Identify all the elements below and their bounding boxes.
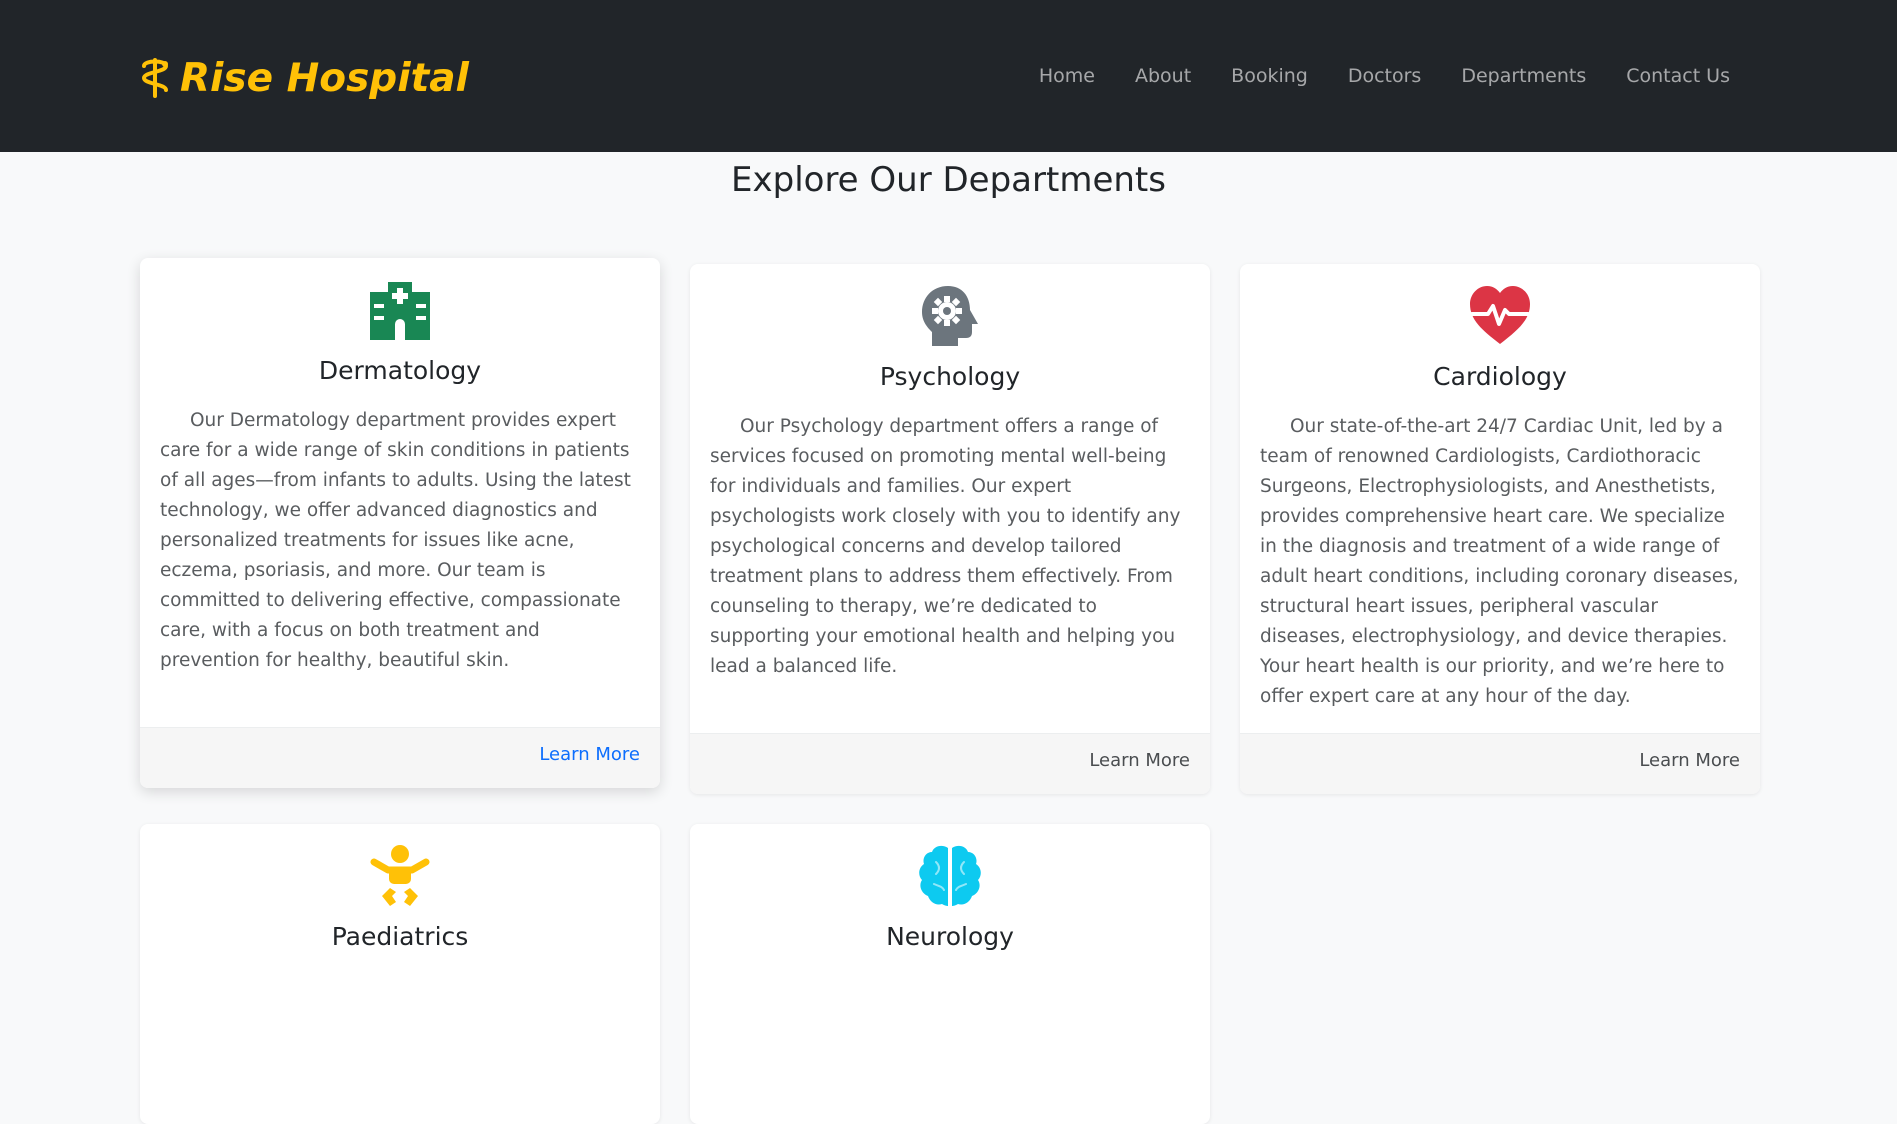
card-footer: Learn More [690,733,1210,794]
brain-icon [919,845,981,906]
hospital-icon [370,282,430,340]
nav-departments[interactable]: Departments [1461,56,1586,96]
department-title: Paediatrics [331,922,469,951]
learn-more-link[interactable]: Learn More [1639,750,1740,771]
page-title: Explore Our Departments [731,160,1166,200]
card-footer: Learn More [140,727,660,788]
brand-name: Rise Hospital [180,55,469,101]
heart-pulse-icon [1470,286,1530,344]
nav-contact-us[interactable]: Contact Us [1626,56,1730,96]
department-card-paediatrics: Paediatrics [140,824,660,1124]
learn-more-link[interactable]: Learn More [1089,750,1190,771]
navbar: Rise Hospital Home About Booking Doctors… [0,0,1897,152]
card-footer: Learn More [1240,733,1760,794]
department-card-cardiology: Cardiology Our state-of-the-art 24/7 Car… [1240,264,1760,794]
head-gear-icon [922,286,978,346]
nav-booking[interactable]: Booking [1231,56,1308,96]
brand-logo-link[interactable]: Rise Hospital [138,50,469,106]
department-title: Neurology [886,922,1014,951]
nav-doctors[interactable]: Doctors [1348,56,1422,96]
learn-more-link[interactable]: Learn More [539,744,640,765]
department-description: Our state-of-the-art 24/7 Cardiac Unit, … [1260,416,1739,707]
department-description: Our Psychology department offers a range… [710,416,1181,677]
department-title: Dermatology [318,356,482,385]
department-card-neurology: Neurology [690,824,1210,1124]
department-title: Cardiology [1433,362,1567,391]
department-description: Our Dermatology department provides expe… [160,410,631,671]
baby-icon [370,845,430,906]
nav-about[interactable]: About [1135,56,1191,96]
staff-of-hermes-icon [141,58,169,98]
department-card-psychology: Psychology Our Psychology department off… [690,264,1210,794]
department-card-dermatology: Dermatology Our Dermatology department p… [140,258,660,788]
department-title: Psychology [879,362,1021,391]
main-nav: Home About Booking Doctors Departments C… [1039,56,1730,96]
nav-home[interactable]: Home [1039,56,1095,96]
